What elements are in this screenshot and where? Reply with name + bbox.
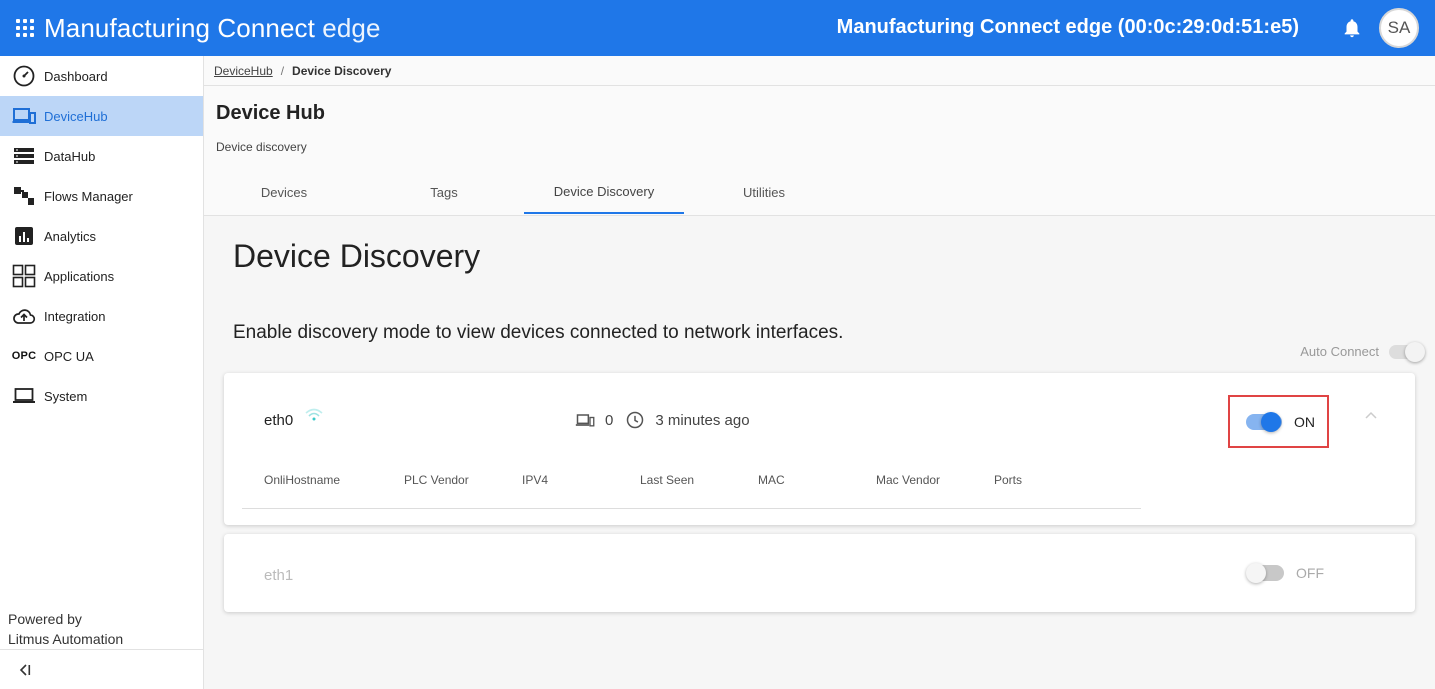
analytics-icon <box>12 224 36 248</box>
column-header-mac[interactable]: MAC <box>758 473 876 487</box>
apps-grid-icon[interactable] <box>14 17 36 39</box>
column-header-last-seen[interactable]: Last Seen <box>640 473 758 487</box>
column-header-hostname[interactable]: OnliHostname <box>264 473 404 487</box>
discovery-toggle-eth0[interactable] <box>1246 411 1282 432</box>
collapse-icon <box>19 663 31 676</box>
sidebar-item-applications[interactable]: Applications <box>0 256 203 296</box>
bell-icon[interactable] <box>1341 17 1363 39</box>
interface-card-eth1: eth1 OFF <box>224 534 1415 612</box>
sidebar-item-dashboard[interactable]: Dashboard <box>0 56 203 96</box>
chevron-up-icon[interactable] <box>1364 409 1378 423</box>
speedometer-icon <box>12 64 36 88</box>
flow-icon <box>12 184 36 208</box>
breadcrumb: DeviceHub / Device Discovery <box>204 56 1435 86</box>
tab-device-discovery[interactable]: Device Discovery <box>524 170 684 214</box>
laptop-icon <box>12 384 36 408</box>
sidebar-item-label: DeviceHub <box>44 108 108 124</box>
discovery-toggle-highlight: ON <box>1228 395 1329 448</box>
powered-by-line1: Powered by <box>8 611 82 627</box>
discovery-toggle-eth1[interactable] <box>1246 563 1284 583</box>
grid-icon <box>12 264 36 288</box>
column-header-ipv4[interactable]: IPV4 <box>522 473 640 487</box>
interface-name: eth0 <box>264 412 294 429</box>
user-avatar[interactable]: SA <box>1379 8 1419 48</box>
page-title: Device Discovery <box>233 238 481 274</box>
device-title: Manufacturing Connect edge (00:0c:29:0d:… <box>836 16 1299 38</box>
breadcrumb-current: Device Discovery <box>292 63 392 78</box>
devices-icon <box>575 414 595 427</box>
powered-by-line2: Litmus Automation <box>8 631 124 647</box>
sidebar-item-devicehub[interactable]: DeviceHub <box>0 96 203 136</box>
devices-icon <box>12 104 36 128</box>
sidebar-item-integration[interactable]: Integration <box>0 296 203 336</box>
clock-icon <box>627 411 644 429</box>
main-content: DeviceHub / Device Discovery Device Hub … <box>204 56 1435 689</box>
auto-connect-control: Auto Connect <box>1300 341 1425 362</box>
server-icon <box>12 144 36 168</box>
sidebar-item-datahub[interactable]: DataHub <box>0 136 203 176</box>
toggle-state-label: ON <box>1294 413 1315 430</box>
breadcrumb-link-devicehub[interactable]: DeviceHub <box>214 64 273 78</box>
sidebar: Dashboard DeviceHub DataHub Flows Manage… <box>0 56 204 689</box>
tab-bar: Devices Tags Device Discovery Utilities <box>204 170 844 214</box>
discovered-devices-header: OnliHostname PLC Vendor IPV4 Last Seen M… <box>264 473 1074 487</box>
discovery-toggle-group-eth1: OFF <box>1246 563 1324 583</box>
brand-suffix: edge <box>322 12 381 43</box>
app-brand[interactable]: Manufacturing Connect edge <box>44 13 381 44</box>
sidebar-item-label: Flows Manager <box>44 188 133 204</box>
breadcrumb-separator: / <box>280 63 285 78</box>
last-seen-time: 3 minutes ago <box>655 411 750 429</box>
table-divider <box>242 508 1141 509</box>
cloud-upload-icon <box>12 304 36 328</box>
collapse-sidebar-button[interactable] <box>0 649 203 689</box>
auto-connect-toggle[interactable] <box>1389 341 1425 362</box>
sidebar-item-label: Integration <box>44 308 106 324</box>
tab-tags[interactable]: Tags <box>364 170 524 214</box>
sidebar-item-system[interactable]: System <box>0 376 203 416</box>
sidebar-item-label: Applications <box>44 268 115 284</box>
column-header-plc-vendor[interactable]: PLC Vendor <box>404 473 522 487</box>
interface-stats: 0 3 minutes ago <box>575 410 750 430</box>
sidebar-item-label: OPC UA <box>44 348 94 364</box>
sidebar-item-label: DataHub <box>44 148 96 164</box>
column-header-ports[interactable]: Ports <box>994 473 1074 487</box>
column-header-mac-vendor[interactable]: Mac Vendor <box>876 473 994 487</box>
page-header: Device Hub Device discovery Devices Tags… <box>204 86 1435 216</box>
top-app-bar: Manufacturing Connect edge Manufacturing… <box>0 0 1435 56</box>
powered-by: Powered by Litmus Automation <box>8 609 123 649</box>
discovery-instructions: Enable discovery mode to view devices co… <box>233 322 844 343</box>
tab-utilities[interactable]: Utilities <box>684 170 844 214</box>
opc-icon: OPC <box>11 350 37 362</box>
page-subtitle: Device discovery <box>216 140 307 154</box>
brand-main: Manufacturing Connect <box>44 12 315 43</box>
interface-name: eth1 <box>264 567 294 584</box>
sidebar-item-analytics[interactable]: Analytics <box>0 216 203 256</box>
sidebar-item-label: System <box>44 388 88 404</box>
wifi-icon <box>305 408 323 421</box>
interface-card-eth0: eth0 0 3 minutes ago ON OnliHostname PLC… <box>224 373 1415 525</box>
sidebar-item-opc-ua[interactable]: OPC OPC UA <box>0 336 203 376</box>
sidebar-item-label: Analytics <box>44 228 97 244</box>
sidebar-item-flows-manager[interactable]: Flows Manager <box>0 176 203 216</box>
auto-connect-label: Auto Connect <box>1300 344 1379 359</box>
tab-devices[interactable]: Devices <box>204 170 364 214</box>
page-heading: Device Hub <box>216 102 325 124</box>
toggle-state-label: OFF <box>1296 565 1324 581</box>
device-count: 0 <box>605 411 614 429</box>
sidebar-item-label: Dashboard <box>44 68 108 84</box>
